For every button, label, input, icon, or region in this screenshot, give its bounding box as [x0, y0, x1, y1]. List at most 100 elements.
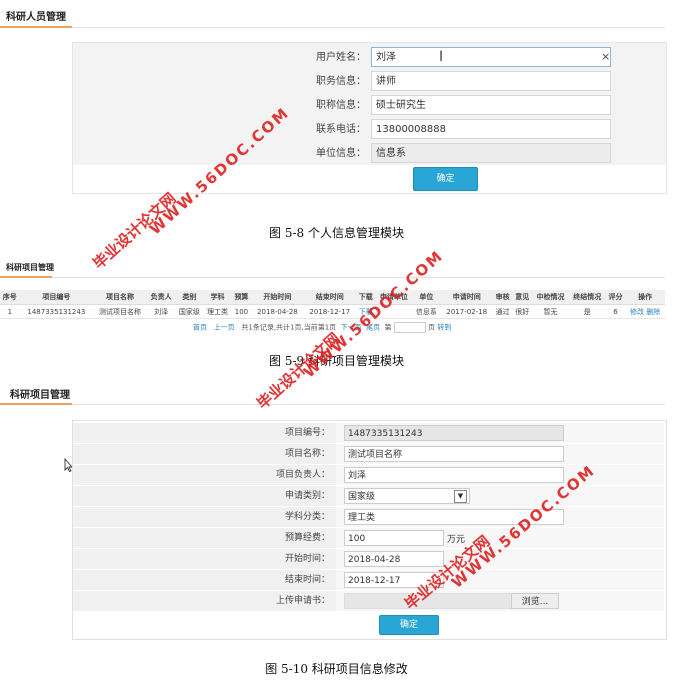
column-header: 终结情况 — [568, 290, 606, 305]
form-row-end-date: 结束时间： 2018-12-17 — [73, 570, 664, 591]
row-actions[interactable]: 修改 删除 — [625, 304, 665, 319]
table-cell: 是 — [568, 304, 606, 319]
leader-input[interactable]: 刘泽 — [344, 467, 564, 483]
column-header: 开始时间 — [251, 290, 304, 305]
pager-goto-suffix: 页 — [428, 323, 436, 332]
section1-title: 科研人员管理 — [6, 12, 66, 23]
figure-caption-5-8: 图 5-8 个人信息管理模块 — [269, 226, 404, 240]
column-header: 预算 — [231, 290, 252, 305]
chevron-down-icon: ▼ — [454, 490, 467, 503]
column-header: 中检情况 — [532, 290, 569, 305]
table-cell: 很好 — [512, 304, 533, 319]
column-header: 申请时间 — [440, 290, 493, 305]
end-date-label: 结束时间： — [73, 570, 336, 590]
upload-label: 上传申请书： — [73, 591, 336, 611]
table-cell: 6 — [605, 304, 626, 319]
position-label: 职务信息： — [316, 76, 366, 87]
section1-divider — [72, 27, 665, 28]
phone-input[interactable]: 13800008888 — [371, 119, 611, 139]
name-label: 用户姓名： — [316, 52, 366, 63]
column-header: 负责人 — [147, 290, 176, 305]
position-input[interactable]: 讲师 — [371, 71, 611, 91]
project-edit-form: 项目编号： 1487335131243 项目名称： 测试项目名称 项目负责人： … — [72, 420, 667, 640]
table-cell: 信息系 — [412, 304, 441, 319]
column-header: 序号 — [0, 290, 20, 305]
form-footer — [73, 165, 666, 193]
title-label: 职称信息： — [316, 100, 366, 111]
pagination: 首页 上一页 共1条记录,共计1页,当前第1页 下一页 尾页 第 页 转到 — [193, 322, 451, 333]
pager-first-link[interactable]: 首页 — [193, 324, 207, 332]
column-header: 操作 — [625, 290, 665, 305]
section3-divider — [72, 404, 665, 405]
table-cell: 2017-02-18 — [440, 304, 493, 319]
table-cell: 1487335131243 — [19, 304, 94, 319]
table-cell: 国家级 — [175, 304, 204, 319]
project-name-label: 项目名称： — [73, 444, 336, 464]
form-row-discipline: 学科分类： 理工类 — [73, 507, 664, 528]
column-header: 项目名称 — [93, 290, 148, 305]
project-id-label: 项目编号： — [73, 423, 336, 443]
title-input[interactable]: 硕士研究生 — [371, 95, 611, 115]
table-cell: 刘泽 — [147, 304, 176, 319]
project-id-input: 1487335131243 — [344, 425, 564, 441]
figure-caption-5-10: 图 5-10 科研项目信息修改 — [265, 662, 408, 676]
form-row-budget: 预算经费： 100 万元 — [73, 528, 664, 549]
start-date-label: 开始时间： — [73, 549, 336, 569]
table-cell: 理工类 — [203, 304, 232, 319]
section2-divider — [52, 277, 665, 278]
personal-info-form: 用户姓名： 刘泽 I × 职务信息： 讲师 职称信息： 硕士研究生 联系电话： … — [72, 42, 667, 194]
pager-info: 共1条记录,共计1页,当前第1页 — [241, 323, 337, 332]
table-cell: 1 — [0, 304, 20, 319]
category-select-value: 国家级 — [348, 492, 376, 502]
projects-table: 序号 项目编号 项目名称 负责人 类别 学科 预算 开始时间 结束时间 下载 申请单位 单位 申请时间审… — [0, 290, 665, 319]
form-row-upload: 上传申请书： 浏览... — [73, 591, 664, 612]
form-row-start-date: 开始时间： 2018-04-28 — [73, 549, 664, 570]
project-name-input[interactable]: 测试项目名称 — [344, 446, 564, 462]
table-cell: 测试项目名称 — [93, 304, 148, 319]
pager-page-input[interactable] — [393, 322, 426, 333]
form-row-project-name: 项目名称： 测试项目名称 — [73, 444, 664, 465]
section3-title: 科研项目管理 — [10, 390, 70, 401]
table-cell: 100 — [231, 304, 252, 319]
budget-unit: 万元 — [447, 535, 466, 545]
form-row-name: 用户姓名： 刘泽 I × — [73, 47, 666, 71]
pager-prev-link[interactable]: 上一页 — [214, 324, 235, 332]
table-cell: 通过 — [492, 304, 513, 319]
section2-title-underline — [0, 276, 52, 278]
category-label: 申请类别： — [73, 486, 336, 506]
section3-title-underline — [0, 403, 72, 405]
name-input[interactable]: 刘泽 — [371, 47, 611, 67]
column-header: 评分 — [605, 290, 626, 305]
text-cursor-icon: I — [439, 49, 444, 65]
clear-icon[interactable]: × — [601, 50, 610, 63]
pager-goto-prefix: 第 — [384, 323, 392, 332]
submit-button[interactable]: 确定 — [413, 167, 478, 191]
budget-input[interactable]: 100 — [344, 530, 444, 546]
unit-label: 单位信息： — [316, 148, 366, 159]
leader-label: 项目负责人： — [73, 465, 336, 485]
column-header: 类别 — [175, 290, 204, 305]
table-header-row: 序号 项目编号 项目名称 负责人 类别 学科 预算 开始时间 结束时间 下载 申请单位 单位 申请时间审… — [0, 290, 665, 305]
submit-button[interactable]: 确定 — [379, 615, 439, 635]
table-cell: 2018-04-28 — [251, 304, 304, 319]
pager-goto-button[interactable]: 转到 — [437, 324, 451, 332]
browse-button[interactable]: 浏览... — [511, 593, 559, 609]
table-cell: 暂无 — [532, 304, 569, 319]
column-header: 项目编号 — [19, 290, 94, 305]
section2-title: 科研项目管理 — [6, 263, 54, 272]
column-header: 结束时间 — [303, 290, 356, 305]
column-header: 审核 — [492, 290, 513, 305]
form-row-unit: 单位信息： 信息系 — [73, 143, 666, 167]
unit-input: 信息系 — [371, 143, 611, 163]
column-header: 单位 — [412, 290, 441, 305]
column-header: 意见 — [512, 290, 533, 305]
category-select[interactable]: 国家级 ▼ — [344, 488, 470, 504]
form-row-project-id: 项目编号： 1487335131243 — [73, 423, 664, 444]
form-row-position: 职务信息： 讲师 — [73, 71, 666, 95]
start-date-input[interactable]: 2018-04-28 — [344, 551, 444, 567]
column-header: 学科 — [203, 290, 232, 305]
table-row: 1 1487335131243 测试项目名称 刘泽 国家级 理工类 100 2018-04-2… — [0, 304, 665, 319]
form-row-phone: 联系电话： 13800008888 — [73, 119, 666, 143]
table-cell: 2018-12-17 — [303, 304, 356, 319]
form-row-title: 职称信息： 硕士研究生 — [73, 95, 666, 119]
